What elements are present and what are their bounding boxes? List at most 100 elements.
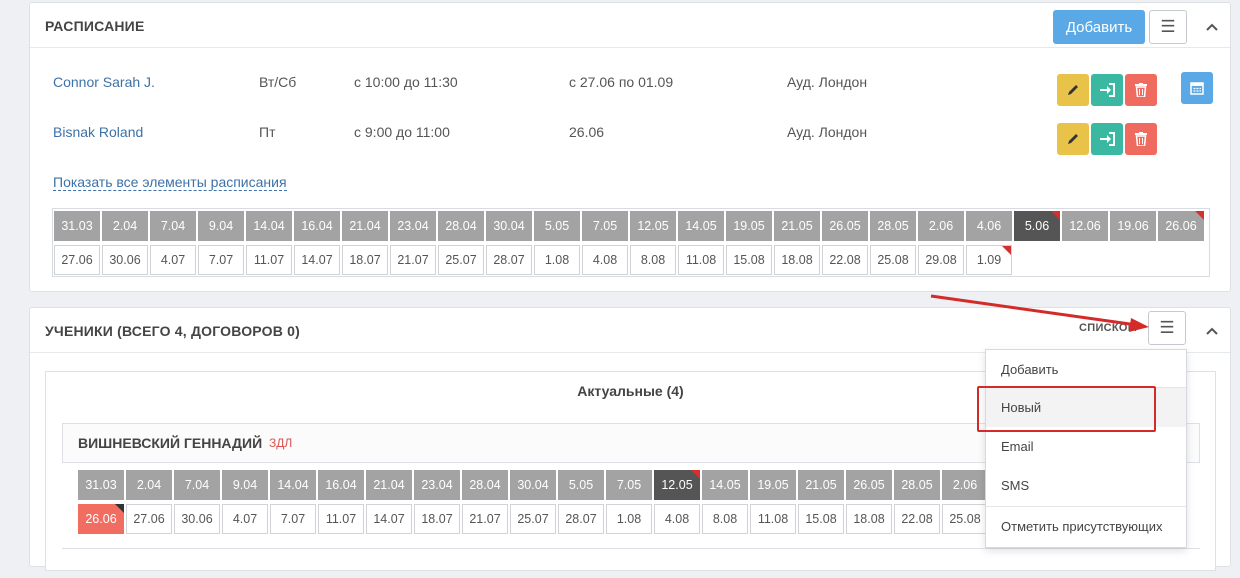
calendar-date-cell[interactable]: 7.05 <box>606 470 652 500</box>
calendar-date-cell[interactable]: 1.08 <box>534 245 580 275</box>
calendar-date-cell[interactable]: 22.08 <box>822 245 868 275</box>
calendar-date-cell[interactable]: 23.04 <box>390 211 436 241</box>
calendar-date-cell[interactable]: 27.06 <box>54 245 100 275</box>
calendar-date-cell[interactable]: 28.07 <box>558 504 604 534</box>
calendar-date-cell[interactable]: 14.07 <box>294 245 340 275</box>
calendar-date-cell[interactable]: 21.07 <box>390 245 436 275</box>
enter-button[interactable] <box>1091 123 1123 155</box>
collapse-students-chevron[interactable] <box>1202 321 1222 341</box>
schedule-teacher-link[interactable]: Bisnak Roland <box>53 124 143 140</box>
calendar-date-cell[interactable]: 1.08 <box>606 504 652 534</box>
enter-button[interactable] <box>1091 74 1123 106</box>
calendar-date-cell[interactable]: 30.06 <box>102 245 148 275</box>
calendar-date-cell[interactable]: 23.04 <box>414 470 460 500</box>
calendar-date-cell[interactable]: 19.06 <box>1110 211 1156 241</box>
calendar-date-cell[interactable]: 21.04 <box>366 470 412 500</box>
calendar-date-cell[interactable]: 15.08 <box>798 504 844 534</box>
calendar-date-cell[interactable]: 4.08 <box>654 504 700 534</box>
calendar-date-cell[interactable]: 16.04 <box>318 470 364 500</box>
calendar-date-cell[interactable]: 25.08 <box>942 504 988 534</box>
calendar-date-cell[interactable]: 11.07 <box>246 245 292 275</box>
calendar-date-cell[interactable]: 5.05 <box>558 470 604 500</box>
calendar-date-cell[interactable]: 12.05 <box>654 470 700 500</box>
collapse-schedule-chevron[interactable] <box>1202 17 1222 37</box>
add-schedule-button[interactable]: Добавить <box>1053 10 1145 44</box>
student-name[interactable]: ВИШНЕВСКИЙ ГЕННАДИЙ <box>78 435 262 451</box>
calendar-date-cell[interactable]: 18.08 <box>774 245 820 275</box>
calendar-date-cell[interactable]: 22.08 <box>894 504 940 534</box>
calendar-date-cell[interactable]: 30.04 <box>486 211 532 241</box>
calendar-date-cell[interactable]: 4.07 <box>150 245 196 275</box>
calendar-date-cell[interactable]: 18.08 <box>846 504 892 534</box>
calendar-date-cell[interactable]: 9.04 <box>198 211 244 241</box>
calendar-date-cell[interactable]: 26.06 <box>1158 211 1204 241</box>
calendar-date-cell[interactable]: 31.03 <box>78 470 124 500</box>
menu-item-add[interactable]: Добавить <box>986 350 1186 389</box>
calendar-date-cell[interactable]: 7.04 <box>174 470 220 500</box>
calendar-date-cell[interactable]: 14.05 <box>678 211 724 241</box>
calendar-date-cell[interactable]: 19.05 <box>750 470 796 500</box>
edit-button[interactable] <box>1057 123 1089 155</box>
calendar-date-cell[interactable]: 30.06 <box>174 504 220 534</box>
calendar-date-cell[interactable]: 26.06 <box>78 504 124 534</box>
calendar-button[interactable] <box>1181 72 1213 104</box>
calendar-date-cell[interactable]: 7.07 <box>270 504 316 534</box>
calendar-date-cell[interactable]: 14.04 <box>246 211 292 241</box>
schedule-teacher-link[interactable]: Connor Sarah J. <box>53 74 155 90</box>
calendar-date-cell[interactable]: 25.07 <box>438 245 484 275</box>
calendar-date-cell[interactable]: 16.04 <box>294 211 340 241</box>
calendar-date-cell[interactable]: 25.07 <box>510 504 556 534</box>
calendar-date-cell[interactable]: 30.04 <box>510 470 556 500</box>
calendar-date-cell[interactable]: 5.06 <box>1014 211 1060 241</box>
calendar-date-cell[interactable]: 1.09 <box>966 245 1012 275</box>
calendar-date-cell[interactable]: 14.05 <box>702 470 748 500</box>
calendar-date-cell[interactable]: 28.04 <box>438 211 484 241</box>
calendar-date-cell[interactable]: 7.07 <box>198 245 244 275</box>
calendar-date-cell[interactable]: 29.08 <box>918 245 964 275</box>
menu-item-sms[interactable]: SMS <box>986 466 1186 505</box>
calendar-date-cell[interactable]: 2.04 <box>126 470 172 500</box>
calendar-date-cell[interactable]: 4.07 <box>222 504 268 534</box>
calendar-date-cell[interactable]: 25.08 <box>870 245 916 275</box>
calendar-date-cell[interactable]: 2.06 <box>918 211 964 241</box>
calendar-date-cell[interactable]: 19.05 <box>726 211 772 241</box>
menu-item-email[interactable]: Email <box>986 427 1186 466</box>
calendar-date-cell[interactable]: 8.08 <box>702 504 748 534</box>
calendar-date-cell[interactable]: 28.05 <box>894 470 940 500</box>
schedule-menu-button[interactable]: ☰ <box>1149 10 1187 44</box>
calendar-date-cell[interactable]: 21.05 <box>798 470 844 500</box>
calendar-date-cell[interactable]: 11.07 <box>318 504 364 534</box>
calendar-date-cell[interactable]: 26.05 <box>822 211 868 241</box>
calendar-date-cell[interactable]: 14.04 <box>270 470 316 500</box>
calendar-date-cell[interactable]: 14.07 <box>366 504 412 534</box>
delete-button[interactable] <box>1125 74 1157 106</box>
calendar-date-cell[interactable]: 7.04 <box>150 211 196 241</box>
calendar-date-cell[interactable]: 28.05 <box>870 211 916 241</box>
calendar-date-cell[interactable]: 2.04 <box>102 211 148 241</box>
calendar-date-cell[interactable]: 2.06 <box>942 470 988 500</box>
calendar-date-cell[interactable]: 21.07 <box>462 504 508 534</box>
edit-button[interactable] <box>1057 74 1089 106</box>
calendar-date-cell[interactable]: 4.08 <box>582 245 628 275</box>
calendar-date-cell[interactable]: 7.05 <box>582 211 628 241</box>
calendar-date-cell[interactable]: 12.05 <box>630 211 676 241</box>
calendar-date-cell[interactable]: 8.08 <box>630 245 676 275</box>
delete-button[interactable] <box>1125 123 1157 155</box>
calendar-date-cell[interactable]: 28.04 <box>462 470 508 500</box>
calendar-date-cell[interactable]: 15.08 <box>726 245 772 275</box>
calendar-date-cell[interactable]: 31.03 <box>54 211 100 241</box>
calendar-date-cell[interactable]: 12.06 <box>1062 211 1108 241</box>
calendar-date-cell[interactable]: 18.07 <box>342 245 388 275</box>
calendar-date-cell[interactable]: 5.05 <box>534 211 580 241</box>
calendar-date-cell[interactable]: 28.07 <box>486 245 532 275</box>
calendar-date-cell[interactable]: 11.08 <box>750 504 796 534</box>
calendar-date-cell[interactable]: 9.04 <box>222 470 268 500</box>
show-all-schedule-link[interactable]: Показать все элементы расписания <box>53 174 287 191</box>
calendar-date-cell[interactable]: 18.07 <box>414 504 460 534</box>
calendar-date-cell[interactable]: 11.08 <box>678 245 724 275</box>
calendar-date-cell[interactable]: 27.06 <box>126 504 172 534</box>
calendar-date-cell[interactable]: 26.05 <box>846 470 892 500</box>
menu-item-mark-present[interactable]: Отметить присутствующих <box>986 507 1186 546</box>
calendar-date-cell[interactable]: 21.05 <box>774 211 820 241</box>
calendar-date-cell[interactable]: 4.06 <box>966 211 1012 241</box>
